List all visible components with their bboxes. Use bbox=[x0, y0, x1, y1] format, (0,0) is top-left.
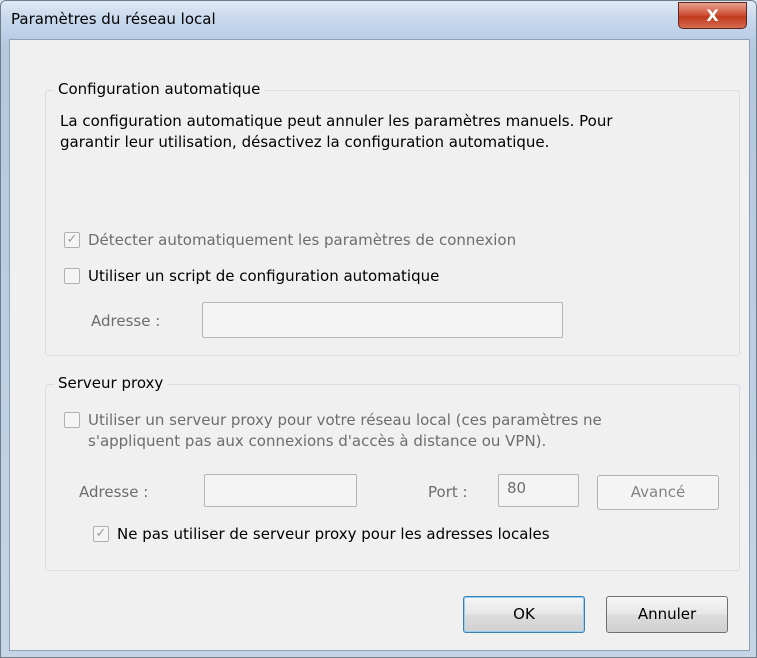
auto-config-description-line2: garantir leur utilisation, désactivez la… bbox=[60, 133, 550, 151]
proxy-address-label: Adresse : bbox=[79, 483, 149, 501]
title-bar[interactable]: Paramètres du réseau local X bbox=[1, 1, 756, 39]
bypass-local-checkbox[interactable]: ✓ bbox=[93, 526, 109, 542]
advanced-button[interactable]: Avancé bbox=[597, 475, 719, 510]
dialog-title: Paramètres du réseau local bbox=[11, 10, 216, 28]
auto-config-script-checkbox[interactable] bbox=[64, 268, 80, 284]
script-address-input[interactable] bbox=[202, 302, 563, 338]
lan-settings-dialog: Paramètres du réseau local X Configurati… bbox=[0, 0, 757, 658]
cancel-button[interactable]: Annuler bbox=[606, 596, 728, 633]
dialog-body: Configuration automatique La configurati… bbox=[9, 39, 750, 651]
proxy-port-input[interactable]: 80 bbox=[498, 474, 579, 507]
bypass-local-label[interactable]: Ne pas utiliser de serveur proxy pour le… bbox=[117, 524, 550, 545]
use-proxy-label-line2[interactable]: s'appliquent pas aux connexions d'accès … bbox=[88, 431, 546, 452]
use-proxy-checkbox[interactable] bbox=[64, 412, 80, 428]
proxy-port-label: Port : bbox=[428, 483, 468, 501]
use-proxy-label-line1[interactable]: Utiliser un serveur proxy pour votre rés… bbox=[88, 410, 602, 431]
script-address-label: Adresse : bbox=[91, 312, 161, 330]
ok-button[interactable]: OK bbox=[463, 596, 585, 633]
auto-config-group-title: Configuration automatique bbox=[54, 80, 265, 98]
detect-settings-label[interactable]: Détecter automatiquement les paramètres … bbox=[88, 230, 516, 251]
proxy-address-input[interactable] bbox=[204, 474, 357, 507]
detect-settings-checkbox[interactable]: ✓ bbox=[64, 232, 80, 248]
auto-config-script-label[interactable]: Utiliser un script de configuration auto… bbox=[88, 266, 439, 287]
proxy-group-title: Serveur proxy bbox=[54, 374, 168, 392]
close-button[interactable]: X bbox=[678, 2, 747, 29]
auto-config-description-line1: La configuration automatique peut annule… bbox=[60, 112, 613, 130]
